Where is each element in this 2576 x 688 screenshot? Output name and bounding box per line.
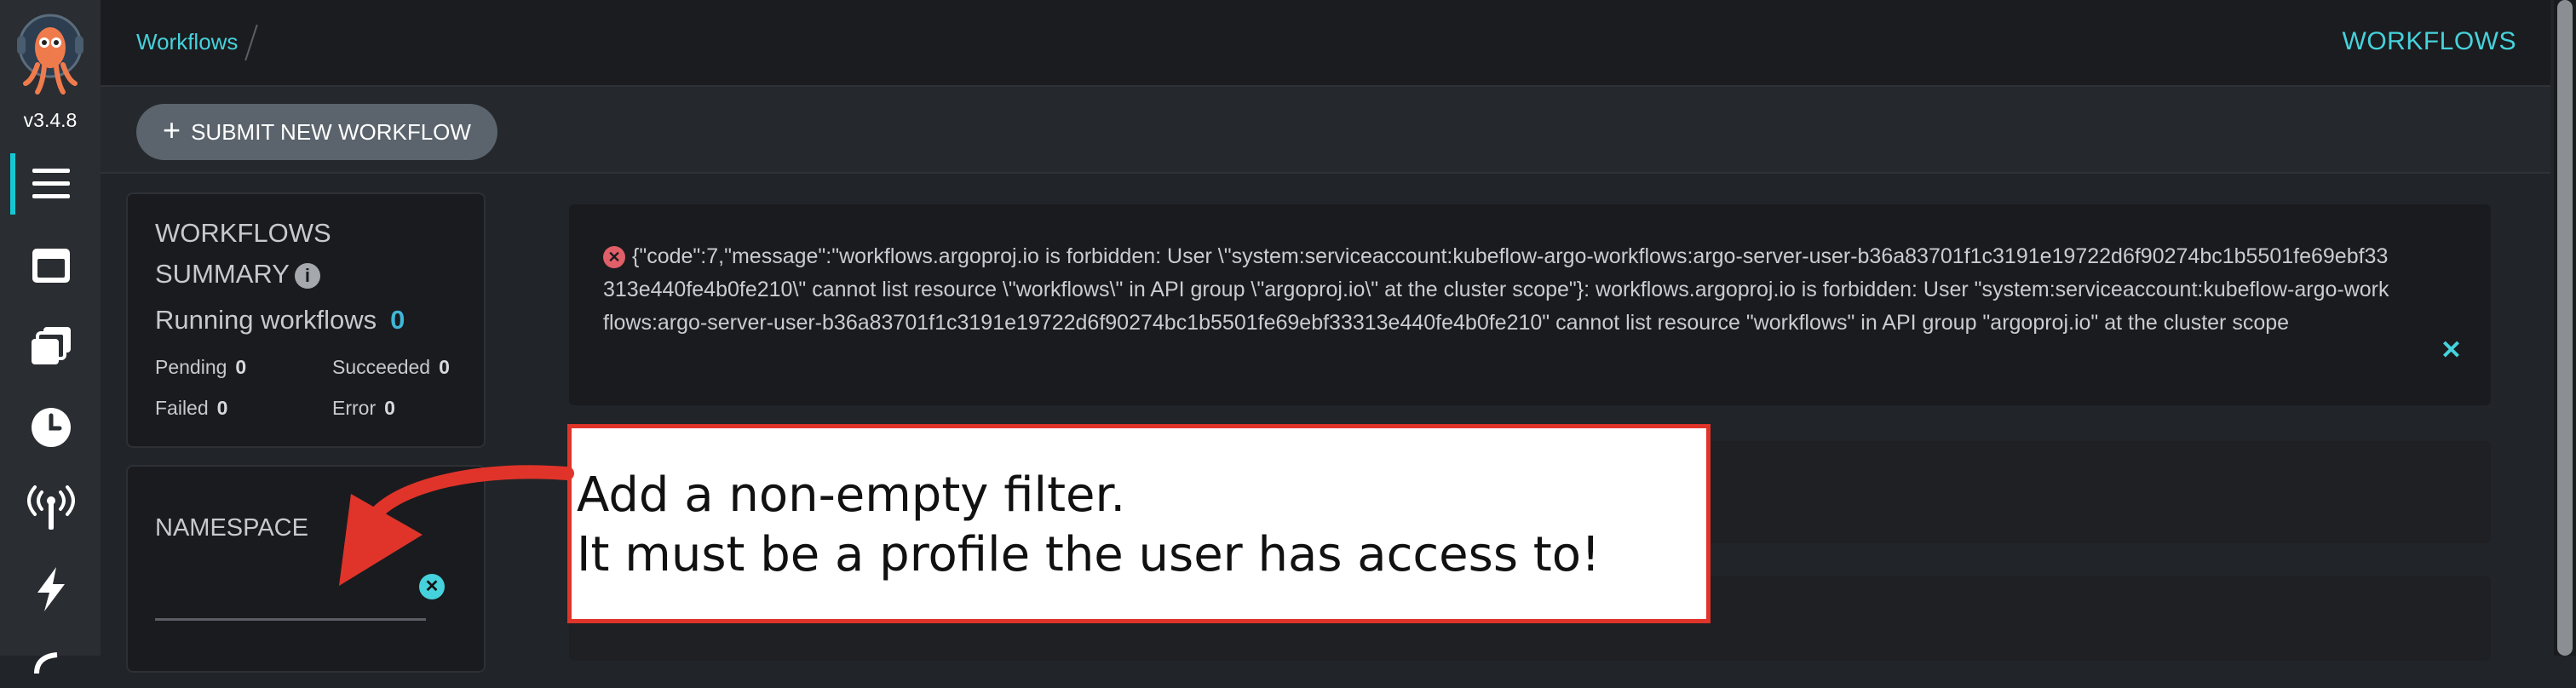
close-error-icon[interactable]: ✕ [2441, 335, 2462, 365]
succeeded-count: 0 [439, 356, 450, 378]
error-count: 0 [384, 397, 395, 419]
info-icon[interactable]: i [294, 262, 320, 289]
cluster-templates-icon [32, 327, 71, 364]
clear-namespace-icon[interactable]: ✕ [419, 574, 445, 599]
running-label: Running workflows [155, 305, 377, 335]
namespace-input[interactable] [155, 618, 426, 621]
lightning-icon [37, 567, 65, 611]
sidebar: v3.4.8 [0, 0, 101, 674]
error-label: Error [332, 397, 377, 419]
sidebar-item-templates[interactable] [26, 240, 77, 291]
error-message-text: {"code":7,"message":"workflows.argoproj.… [603, 244, 2389, 335]
namespace-filter-card: NAMESPACE ✕ [128, 467, 484, 671]
succeeded-stat: Succeeded 0 [332, 356, 450, 379]
error-stat: Error 0 [332, 397, 395, 420]
error-notice: ✕ {"code":7,"message":"workflows.argoproj… [569, 204, 2491, 405]
nav-active-indicator [10, 153, 15, 215]
sidebar-item-event-sources[interactable] [26, 482, 77, 533]
argo-octopus-logo[interactable] [14, 14, 87, 99]
sidebar-item-cluster-templates[interactable] [26, 320, 77, 371]
templates-icon [32, 249, 70, 283]
succeeded-label: Succeeded [332, 356, 431, 378]
sidebar-item-feed[interactable] [26, 637, 77, 688]
clock-icon [32, 408, 71, 447]
pending-count: 0 [235, 356, 247, 378]
menu-icon [32, 169, 70, 198]
running-workflows: Running workflows 0 [155, 305, 405, 335]
sidebar-item-workflows[interactable] [26, 158, 77, 209]
scrollbar[interactable] [2554, 0, 2576, 656]
submit-new-workflow-button[interactable]: + SUBMIT NEW WORKFLOW [136, 104, 497, 160]
antenna-icon [27, 485, 75, 530]
running-count: 0 [390, 305, 405, 335]
annotation-text: Add a non-empty filter. It must be a pro… [577, 467, 1601, 582]
plus-icon: + [163, 112, 181, 147]
error-message: ✕ {"code":7,"message":"workflows.argoproj… [603, 240, 2392, 340]
failed-label: Failed [155, 397, 209, 419]
top-bar [101, 0, 2550, 87]
submit-button-label: SUBMIT NEW WORKFLOW [191, 118, 471, 145]
scrollbar-thumb[interactable] [2557, 0, 2573, 656]
workflows-summary-card: WORKFLOWS SUMMARY i Running workflows 0 Pe… [128, 194, 484, 446]
failed-count: 0 [216, 397, 228, 419]
pending-stat: Pending 0 [155, 356, 246, 379]
app-version: v3.4.8 [23, 109, 78, 131]
page-title: WORKFLOWS [2342, 27, 2516, 55]
namespace-title: NAMESPACE [155, 514, 308, 542]
sidebar-item-cron-workflows[interactable] [26, 402, 77, 453]
failed-stat: Failed 0 [155, 397, 227, 420]
breadcrumb-workflows[interactable]: Workflows [136, 29, 238, 55]
sidebar-item-sensors[interactable] [26, 564, 77, 615]
feed-icon [34, 652, 58, 674]
pending-label: Pending [155, 356, 227, 378]
annotation-callout: Add a non-empty filter. It must be a pro… [567, 424, 1711, 623]
error-icon: ✕ [603, 246, 625, 269]
summary-title: WORKFLOWS SUMMARY i [155, 213, 359, 295]
